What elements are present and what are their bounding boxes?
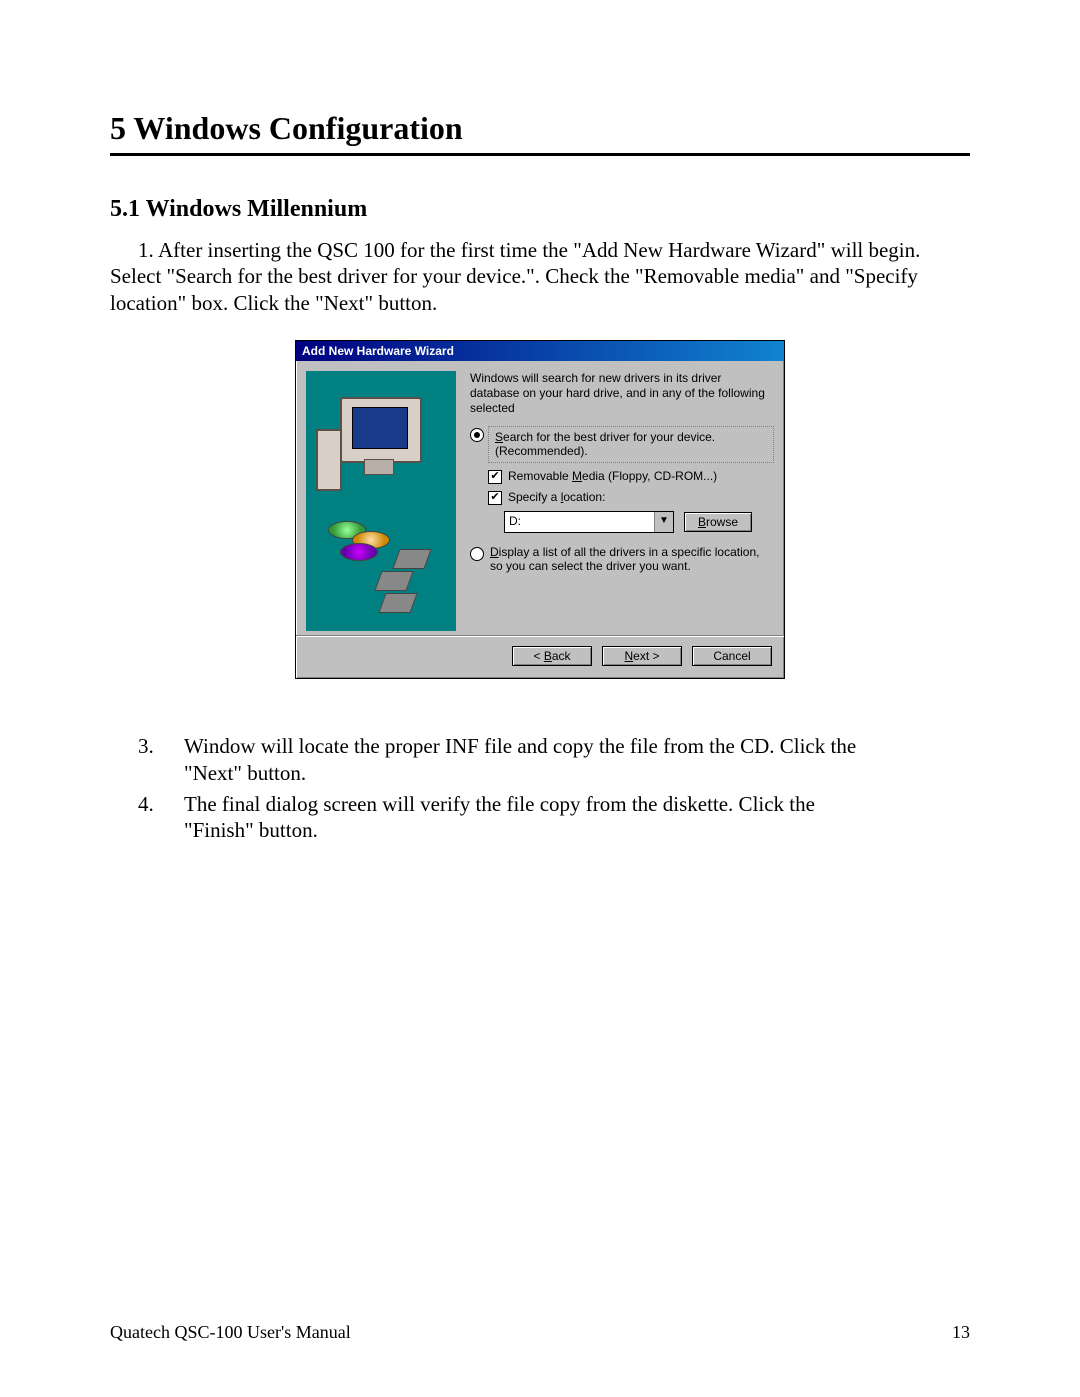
wizard-illustration — [306, 371, 456, 631]
wizard-dialog: Add New Hardware Wizard Windows will sea… — [295, 340, 785, 679]
radio-display-label: Display a list of all the drivers in a s… — [490, 545, 774, 573]
back-button[interactable]: < Back — [512, 646, 592, 666]
checkbox-specify-location[interactable]: ✔ Specify a location: — [470, 490, 774, 505]
chapter-title: 5 Windows Configuration — [110, 110, 970, 147]
footer-left: Quatech QSC-100 User's Manual — [110, 1322, 351, 1343]
checkbox-icon: ✔ — [488, 470, 502, 484]
step-1-text: After inserting the QSC 100 for the firs… — [110, 238, 920, 315]
checkbox-specify-label: Specify a location: — [508, 490, 605, 504]
footer-page-number: 13 — [952, 1322, 970, 1343]
cancel-button[interactable]: Cancel — [692, 646, 772, 666]
step-1-number: 1. — [110, 237, 158, 263]
browse-button[interactable]: Browse — [684, 512, 752, 532]
chevron-down-icon[interactable]: ▼ — [654, 512, 673, 532]
step-3-text: Window will locate the proper INF file a… — [184, 733, 864, 787]
step-4-text: The final dialog screen will verify the … — [184, 791, 864, 845]
radio-icon — [470, 547, 484, 561]
radio-display-list[interactable]: Display a list of all the drivers in a s… — [470, 545, 774, 573]
section-title: 5.1 Windows Millennium — [110, 196, 970, 223]
chapter-rule — [110, 153, 970, 156]
floppy-icon — [374, 571, 413, 591]
checkbox-icon: ✔ — [488, 491, 502, 505]
location-value: D: — [505, 512, 654, 532]
step-1: 1.After inserting the QSC 100 for the fi… — [110, 237, 970, 316]
step-4-number: 4. — [138, 791, 184, 845]
step-3-number: 3. — [138, 733, 184, 787]
tower-icon — [316, 429, 342, 491]
step-3: 3. Window will locate the proper INF fil… — [138, 733, 970, 787]
radio-icon — [470, 428, 484, 442]
checkbox-removable-media[interactable]: ✔ Removable Media (Floppy, CD-ROM...) — [470, 469, 774, 484]
dialog-titlebar: Add New Hardware Wizard — [296, 341, 784, 361]
radio-search-best-driver[interactable]: Search for the best driver for your devi… — [470, 426, 774, 463]
checkbox-removable-label: Removable Media (Floppy, CD-ROM...) — [508, 469, 717, 483]
disc-icon — [340, 543, 378, 561]
radio-search-label: Search for the best driver for your devi… — [488, 426, 774, 463]
monitor-stand-icon — [364, 459, 394, 475]
floppy-icon — [378, 593, 417, 613]
dialog-intro-text: Windows will search for new drivers in i… — [470, 371, 774, 416]
location-combobox[interactable]: D: ▼ — [504, 511, 674, 533]
monitor-icon — [340, 397, 422, 463]
next-button[interactable]: Next > — [602, 646, 682, 666]
floppy-icon — [392, 549, 431, 569]
step-4: 4. The final dialog screen will verify t… — [138, 791, 970, 845]
